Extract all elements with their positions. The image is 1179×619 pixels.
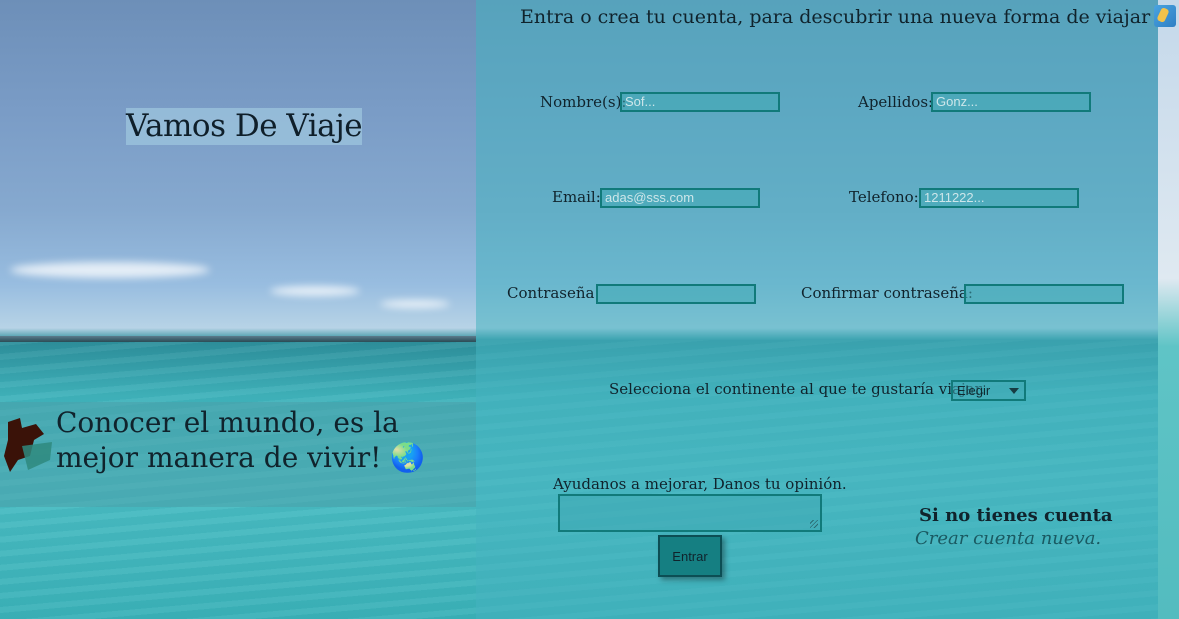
chevron-down-icon: [1009, 388, 1019, 394]
continent-label: Selecciona el continente al que te gusta…: [609, 380, 985, 398]
telefono-label: Telefono:: [849, 188, 919, 206]
feedback-label: Ayudanos a mejorar, Danos tu opinión.: [553, 475, 847, 493]
resize-grip-icon[interactable]: [810, 520, 818, 528]
email-input[interactable]: [600, 188, 760, 208]
no-account-text: Si no tienes cuenta: [919, 505, 1113, 526]
nombre-input[interactable]: [620, 92, 780, 112]
password-label: Contraseña:: [507, 284, 600, 302]
continent-select[interactable]: Elegir: [951, 380, 1026, 401]
apellidos-input[interactable]: [931, 92, 1091, 112]
surfer-icon: [1154, 5, 1177, 27]
telefono-input[interactable]: [919, 188, 1079, 208]
slogan: Conocer el mundo, es la mejor manera de …: [56, 405, 466, 475]
apellidos-label: Apellidos:: [858, 93, 934, 111]
enter-button[interactable]: Entrar: [658, 535, 722, 577]
confirm-password-input[interactable]: [964, 284, 1124, 304]
confirm-password-label: Confirmar contraseña:: [801, 284, 973, 302]
brand-title: Vamos De Viaje: [126, 108, 363, 145]
password-input[interactable]: [596, 284, 756, 304]
form-title-text: Entra o crea tu cuenta, para descubrir u…: [520, 6, 1151, 28]
nombre-label: Nombre(s):: [540, 93, 627, 111]
slogan-text: Conocer el mundo, es la mejor manera de …: [56, 406, 399, 474]
left-panel: Vamos De Viaje Conocer el mundo, es la m…: [0, 0, 476, 619]
feedback-textarea[interactable]: [558, 494, 822, 532]
create-account-link[interactable]: Crear cuenta nueva.: [915, 528, 1101, 549]
continent-selected-value: Elegir: [957, 383, 991, 398]
form-title: Entra o crea tu cuenta, para descubrir u…: [520, 5, 1177, 28]
background-strip: [1158, 0, 1179, 619]
email-label: Email:: [552, 188, 601, 206]
map-icon: [4, 418, 52, 472]
globe-icon: 🌏: [390, 441, 426, 474]
